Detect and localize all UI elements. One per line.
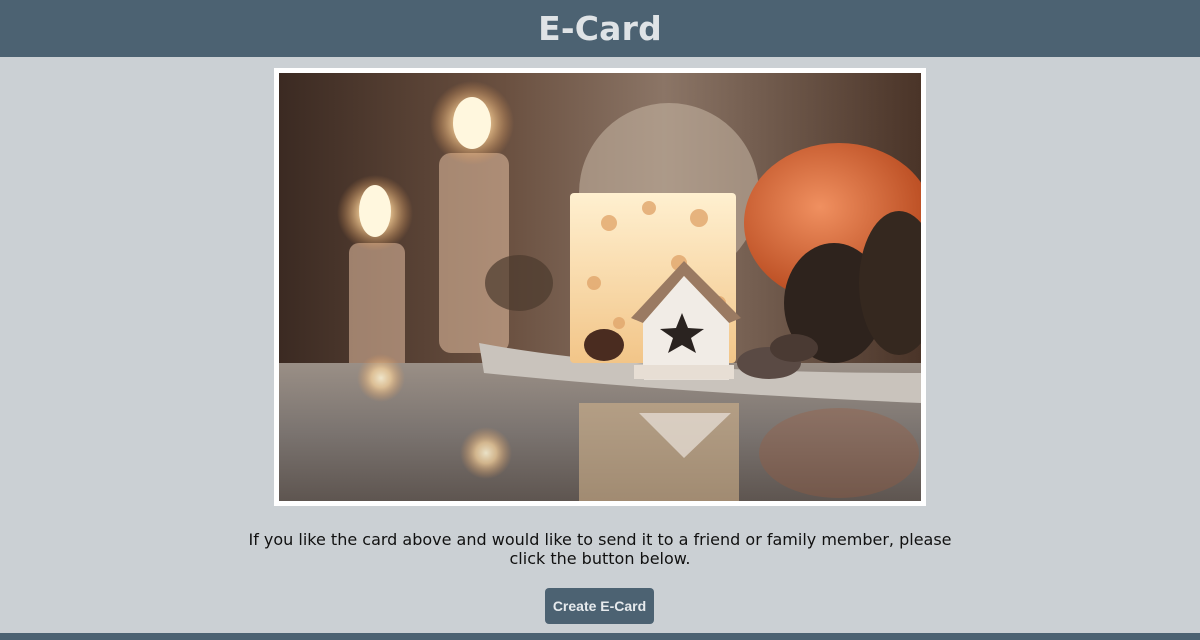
create-ecard-button[interactable]: Create E-Card	[545, 588, 654, 624]
page-header: E-Card	[0, 0, 1200, 57]
card-frame	[274, 68, 926, 506]
page-title: E-Card	[538, 9, 662, 48]
instruction-text: If you like the card above and would lik…	[248, 530, 952, 568]
footer-bar	[0, 633, 1200, 640]
card-image	[279, 73, 921, 501]
